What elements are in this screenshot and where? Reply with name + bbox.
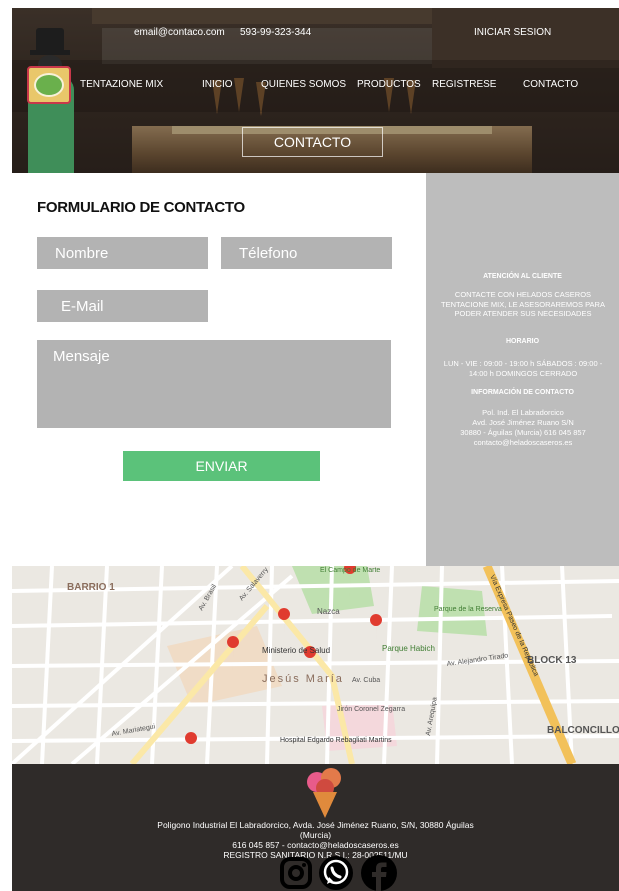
send-button[interactable]: ENVIAR bbox=[123, 451, 320, 481]
page-title-banner: CONTACTO bbox=[242, 127, 383, 157]
nav-productos[interactable]: PRODUCTOS bbox=[357, 79, 421, 90]
map-label: Parque Habich bbox=[382, 644, 435, 653]
instagram-icon[interactable] bbox=[278, 855, 314, 891]
map-label: Ministerio de Salud bbox=[262, 646, 330, 655]
facebook-icon[interactable] bbox=[361, 855, 397, 891]
nav-quienes-somos[interactable]: QUIENES SOMOS bbox=[261, 79, 346, 90]
login-link[interactable]: INICIAR SESION bbox=[474, 27, 551, 38]
header-email[interactable]: email@contaco.com bbox=[134, 27, 225, 38]
map-label: Av. Cuba bbox=[352, 677, 380, 684]
map-label: BARRIO 1 bbox=[67, 582, 115, 593]
map-label: Nazca bbox=[317, 607, 340, 616]
nav-inicio[interactable]: INICIO bbox=[202, 79, 233, 90]
contact-city-line: 30880 - Águilas (Murcia) 616 045 857 bbox=[460, 428, 586, 437]
support-title: ATENCIÓN AL CLIENTE bbox=[483, 273, 562, 280]
brand-name[interactable]: TENTAZIONE MIX bbox=[80, 79, 163, 90]
location-map[interactable]: BARRIO 1 Av. Brasil Av. Salaverry El Cam… bbox=[12, 566, 619, 764]
map-label: El Campo de Marte bbox=[320, 567, 380, 574]
footer-region: (Murcia) bbox=[299, 830, 332, 840]
form-title: FORMULARIO DE CONTACTO bbox=[37, 199, 245, 216]
hours-title: HORARIO bbox=[505, 338, 540, 345]
nav-registrese[interactable]: REGISTRESE bbox=[432, 79, 496, 90]
name-field[interactable] bbox=[37, 237, 208, 269]
hours-text: LUN - VIE : 09:00 - 19:00 h SÁBADOS : 09… bbox=[443, 359, 603, 378]
map-label: BALCONCILLO bbox=[547, 725, 619, 736]
whatsapp-icon[interactable] bbox=[318, 855, 354, 891]
map-label: Hospital Edgardo Rebagliati Martins bbox=[280, 737, 392, 744]
header-phone[interactable]: 593-99-323-344 bbox=[240, 27, 311, 38]
map-label: Jesús María bbox=[262, 673, 344, 685]
map-label: Jirón Coronel Zegarra bbox=[337, 706, 405, 713]
phone-field[interactable] bbox=[221, 237, 392, 269]
email-field[interactable] bbox=[37, 290, 208, 322]
ice-cream-icon bbox=[307, 768, 341, 818]
contact-info-title: INFORMACIÓN DE CONTACTO bbox=[471, 389, 574, 396]
support-text: CONTACTE CON HELADOS CASEROS TENTACIONE … bbox=[441, 290, 605, 318]
contact-email-line[interactable]: contacto@heladoscaseros.es bbox=[440, 438, 606, 448]
map-label: Parque de la Reserva bbox=[434, 606, 502, 613]
footer-contact[interactable]: 616 045 857 - contacto@heladoscaseros.es bbox=[12, 840, 619, 850]
contact-address-line: Pol. Ind. El Labradorcico bbox=[482, 408, 564, 417]
brand-logo[interactable] bbox=[27, 66, 71, 104]
footer-address: Poligono Industrial El Labradorcico, Avd… bbox=[157, 820, 474, 830]
message-field[interactable] bbox=[37, 340, 391, 428]
map-canvas[interactable]: BARRIO 1 Av. Brasil Av. Salaverry El Cam… bbox=[12, 566, 619, 764]
nav-contacto[interactable]: CONTACTO bbox=[523, 79, 578, 90]
footer-registry: REGISTRO SANITARIO N.R.S.I.: 28-002511/M… bbox=[223, 850, 408, 860]
contact-street-line: Avd. José Jiménez Ruano S/N bbox=[472, 418, 574, 427]
